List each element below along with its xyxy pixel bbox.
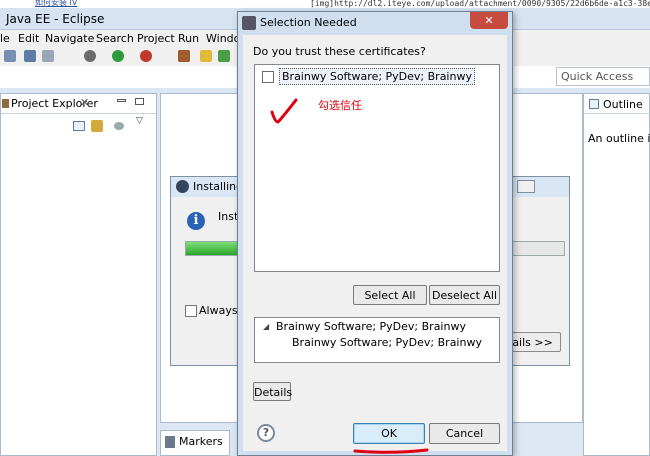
save-all-icon[interactable] (42, 50, 54, 62)
run-last-icon[interactable] (218, 50, 230, 62)
run-icon[interactable] (112, 50, 124, 62)
menu-file[interactable]: le (0, 32, 10, 45)
eclipse-icon (176, 180, 189, 193)
ok-button[interactable]: OK (353, 423, 425, 444)
help-icon[interactable]: ? (257, 424, 275, 442)
red-underline-mark (353, 448, 429, 454)
eclipse-icon (242, 16, 256, 30)
outline-tab[interactable]: Outline (584, 94, 650, 114)
maximize-icon[interactable] (135, 98, 144, 105)
tree-expand-icon[interactable]: ◢ (263, 322, 269, 331)
save-icon[interactable] (24, 50, 36, 62)
menu-edit[interactable]: Edit (18, 32, 39, 45)
selection-body: Do you trust these certificates? Brainwy… (243, 35, 507, 454)
install-details-label: tails >> (508, 336, 553, 349)
markers-tab[interactable]: Markers (160, 430, 230, 456)
certificate-tree: ◢ Brainwy Software; PyDev; Brainwy Brain… (254, 317, 500, 363)
outline-icon (589, 99, 599, 109)
menu-run[interactable]: Run (178, 32, 199, 45)
always-run-checkbox[interactable] (185, 305, 197, 317)
info-icon: i (187, 212, 205, 230)
tree-root-item[interactable]: Brainwy Software; PyDev; Brainwy (276, 320, 466, 333)
web-link[interactable]: 如何安装 IV (35, 0, 77, 8)
quick-access-placeholder: Quick Access (561, 70, 634, 83)
markers-label: Markers (179, 435, 223, 448)
view-menu-icon[interactable]: ▽ (136, 116, 143, 126)
maximize-icon[interactable] (517, 180, 535, 193)
project-explorer-view: Project Explorer ✕ ▽ (0, 93, 157, 456)
red-check-mark-icon (270, 98, 298, 124)
installing-title: Installing (193, 180, 244, 193)
external-tools-icon[interactable] (140, 50, 152, 62)
collapse-all-icon[interactable] (73, 121, 85, 131)
cancel-label: Cancel (445, 427, 484, 440)
details-label: Details (254, 386, 293, 399)
menu-search[interactable]: Search (96, 32, 134, 45)
eclipse-window-title: Java EE - Eclipse (6, 12, 105, 26)
certificate-item-label[interactable]: Brainwy Software; PyDev; Brainwy (279, 68, 475, 85)
gear-icon[interactable] (84, 50, 96, 62)
selection-title: Selection Needed (260, 16, 357, 29)
outline-view: Outline An outline is r (583, 93, 650, 456)
selection-titlebar: Selection Needed ✕ (238, 12, 512, 34)
web-url-text: [img]http://dl2.iteye.com/upload/attachm… (310, 0, 650, 8)
tool-icon[interactable] (178, 50, 190, 62)
menu-project[interactable]: Project (137, 32, 175, 45)
project-explorer-tab[interactable]: Project Explorer ✕ (1, 94, 156, 114)
menu-navigate[interactable]: Navigate (45, 32, 94, 45)
close-icon[interactable]: ✕ (470, 12, 508, 29)
menu-window[interactable]: Windo (206, 32, 240, 45)
tree-child-item[interactable]: Brainwy Software; PyDev; Brainwy (292, 336, 482, 349)
select-all-label: Select All (364, 289, 416, 302)
select-all-button[interactable]: Select All (353, 285, 427, 305)
quick-access-input[interactable]: Quick Access (556, 67, 650, 86)
link-editor-icon[interactable] (91, 120, 103, 132)
filter-icon[interactable] (114, 122, 124, 130)
outline-message: An outline is r (588, 132, 650, 145)
certificate-checkbox[interactable] (262, 71, 274, 83)
deselect-all-button[interactable]: Deselect All (429, 285, 500, 305)
certificate-list: Brainwy Software; PyDev; Brainwy 勾选信任 (254, 64, 500, 272)
folder-icon (2, 99, 9, 108)
minimize-icon[interactable] (117, 99, 126, 102)
web-page-strip: 如何安装 IV [img]http://dl2.iteye.com/upload… (0, 0, 650, 8)
selection-needed-dialog: Selection Needed ✕ Do you trust these ce… (237, 11, 513, 456)
markers-icon (165, 436, 175, 448)
outline-label: Outline (603, 98, 643, 111)
annotation-text: 勾选信任 (318, 99, 362, 112)
new-icon[interactable] (4, 50, 16, 62)
details-button[interactable]: Details (253, 382, 293, 401)
debug-icon[interactable] (200, 50, 212, 62)
ok-label: OK (381, 427, 397, 440)
deselect-all-label: Deselect All (431, 289, 498, 302)
cancel-button[interactable]: Cancel (429, 423, 500, 444)
trust-question: Do you trust these certificates? (253, 45, 426, 58)
close-icon[interactable]: ✕ (80, 96, 89, 109)
